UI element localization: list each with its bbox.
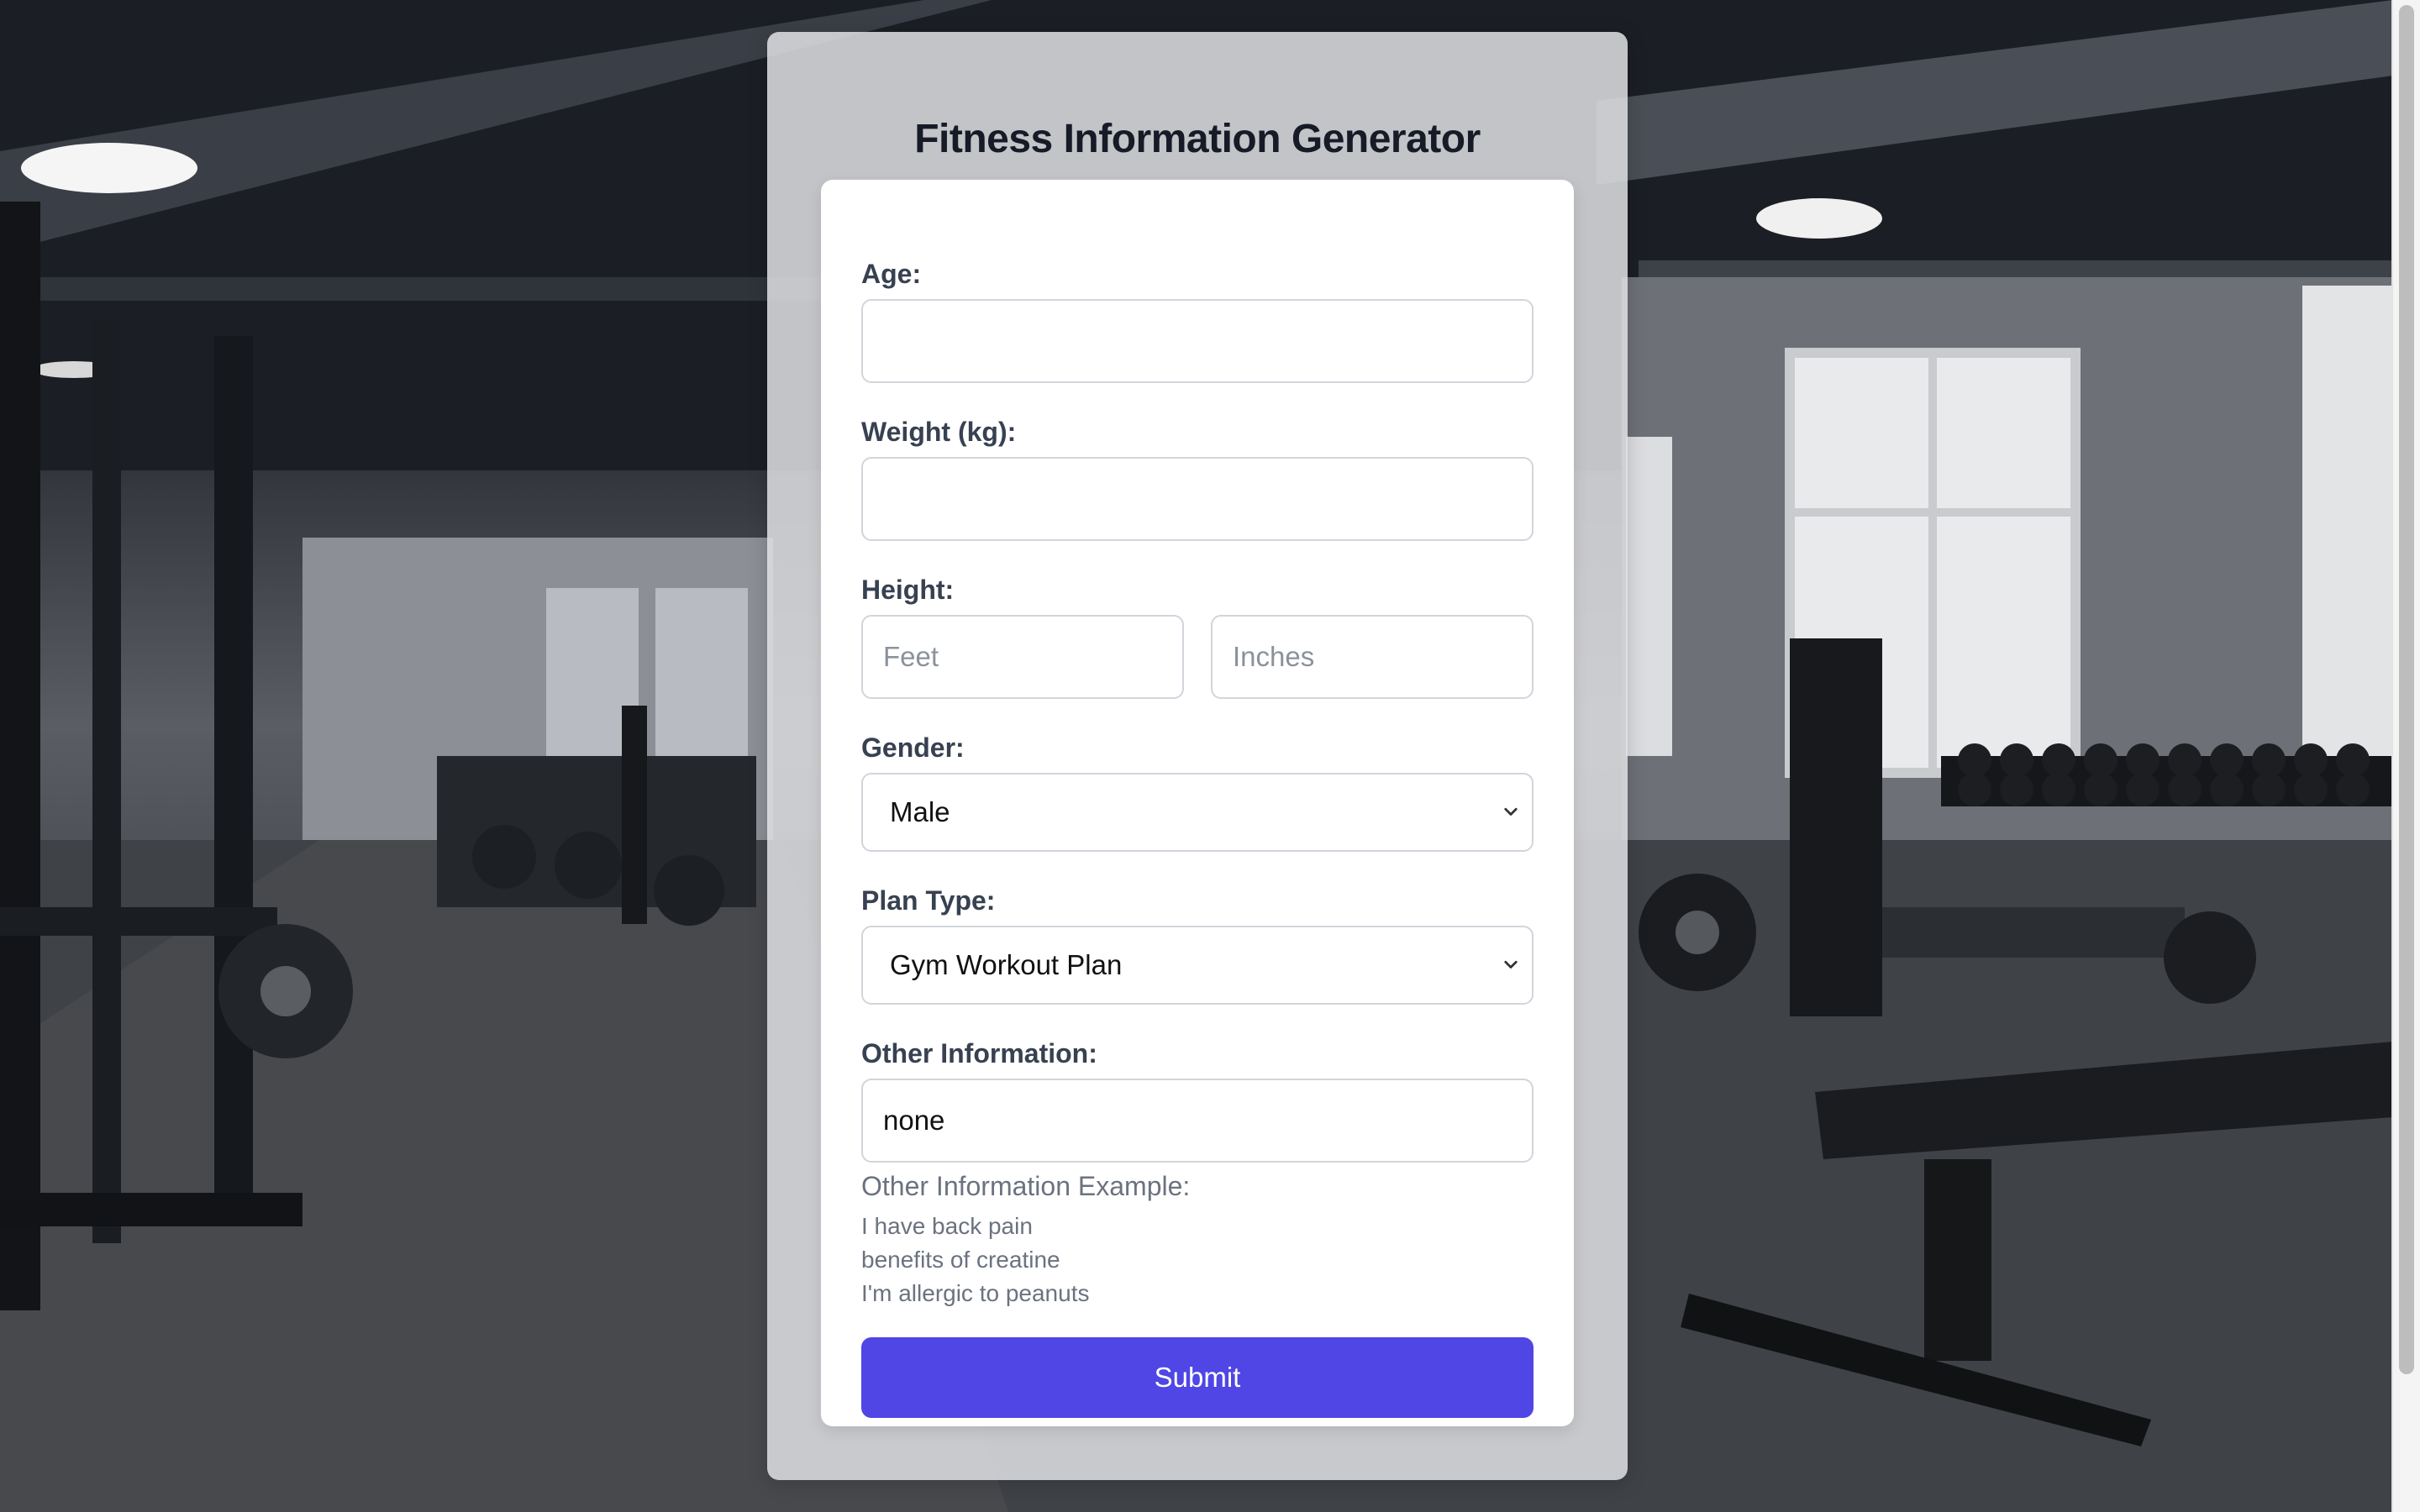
scrollbar-thumb[interactable] <box>2399 5 2414 1374</box>
other-info-input[interactable] <box>861 1079 1534 1163</box>
gender-select[interactable]: Male <box>861 773 1534 852</box>
other-info-label: Other Information: <box>861 1038 1097 1068</box>
gender-selected-value: Male <box>890 796 950 827</box>
submit-button[interactable]: Submit <box>861 1337 1534 1418</box>
other-info-example-title: Other Information Example: <box>861 1171 1191 1201</box>
height-inches-input[interactable] <box>1211 615 1534 699</box>
page-title: Fitness Information Generator <box>914 117 1481 161</box>
age-label: Age: <box>861 259 922 289</box>
gender-label: Gender: <box>861 732 965 763</box>
generator-panel: Fitness Information Generator Age: Weigh… <box>767 32 1628 1480</box>
weight-label: Weight (kg): <box>861 417 1017 447</box>
plan-type-select[interactable]: Gym Workout Plan <box>861 926 1534 1005</box>
plan-type-label: Plan Type: <box>861 885 996 916</box>
chevron-down-icon <box>1504 960 1518 969</box>
plan-type-selected-value: Gym Workout Plan <box>890 949 1123 980</box>
chevron-down-icon <box>1504 807 1518 816</box>
page-scrollbar[interactable] <box>2391 0 2420 1512</box>
other-info-example: I'm allergic to peanuts <box>861 1280 1090 1306</box>
height-feet-input[interactable] <box>861 615 1184 699</box>
other-info-example: benefits of creatine <box>861 1247 1060 1273</box>
age-input[interactable] <box>861 299 1534 383</box>
fitness-form: Age: Weight (kg): Height: Gender: Male P… <box>821 180 1574 1426</box>
weight-input[interactable] <box>861 457 1534 541</box>
other-info-example: I have back pain <box>861 1213 1033 1239</box>
height-label: Height: <box>861 575 955 605</box>
